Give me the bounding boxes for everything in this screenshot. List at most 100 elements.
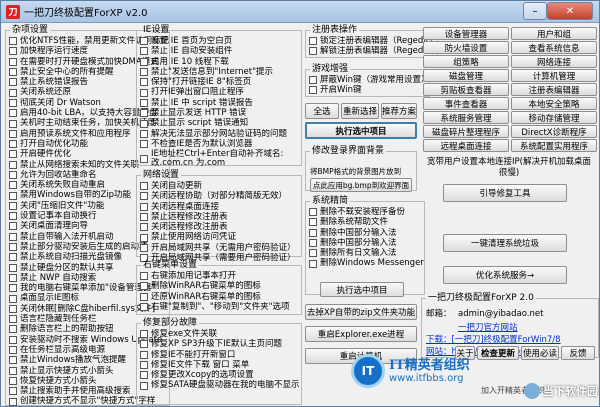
msconfig-button[interactable]: 系统配置实用程序 bbox=[511, 139, 597, 152]
checkbox-item[interactable]: 删除Windows Messenger bbox=[309, 258, 424, 268]
checkbox-item[interactable]: 解锁注册表编辑器（Regedit） bbox=[309, 46, 437, 56]
checkbox[interactable] bbox=[309, 37, 317, 46]
check-update-button[interactable]: 检查更新 bbox=[477, 346, 519, 360]
one-click-cleanup-button[interactable]: 一键清理系统垃圾 bbox=[443, 234, 567, 252]
checkbox-item[interactable]: 禁止远程修改注册表 bbox=[140, 212, 301, 222]
checkbox[interactable] bbox=[9, 201, 17, 210]
checkbox-item[interactable]: 删除系统帮助文件 bbox=[309, 217, 424, 227]
checkbox[interactable] bbox=[140, 119, 148, 128]
checkbox[interactable] bbox=[309, 76, 317, 85]
download-link[interactable]: 下载：[一把刀]终极配置ForWin7/8 bbox=[426, 333, 561, 345]
checkbox[interactable] bbox=[140, 155, 148, 164]
checkbox[interactable] bbox=[9, 160, 17, 169]
checkbox-item[interactable]: 禁止显示发送 HTTP 错误 bbox=[140, 108, 301, 118]
checkbox-item[interactable]: 修复IE不能打开新窗口 bbox=[140, 350, 301, 360]
checkbox[interactable] bbox=[9, 181, 17, 190]
firewall-button[interactable]: 防火墙设置 bbox=[423, 41, 509, 54]
minimize-button[interactable]: – bbox=[523, 2, 547, 20]
regedit-button[interactable]: 注册表编辑器 bbox=[511, 83, 597, 96]
checkbox[interactable] bbox=[9, 346, 17, 355]
checkbox[interactable] bbox=[140, 292, 148, 301]
checkbox[interactable] bbox=[9, 232, 17, 241]
checkbox[interactable] bbox=[9, 88, 17, 97]
broadband-ip-note[interactable]: 宽带用户设置本地连接IP(解决开机加载桌面很慢) bbox=[423, 157, 595, 179]
checkbox[interactable] bbox=[140, 88, 148, 97]
checkbox[interactable] bbox=[140, 340, 148, 349]
slim-execute-button[interactable]: 执行选中项目 bbox=[320, 282, 404, 297]
checkbox-item[interactable]: 修复XP SP3升级下IE默认主页问题 bbox=[140, 339, 301, 349]
checkbox[interactable] bbox=[309, 86, 317, 95]
checkbox-item[interactable]: 修复exe文件关联 bbox=[140, 329, 301, 339]
defrag-button[interactable]: 磁盘碎片整理程序 bbox=[423, 125, 509, 138]
checkbox[interactable] bbox=[309, 249, 317, 258]
checkbox[interactable] bbox=[140, 182, 148, 191]
official-site-link[interactable]: 一把刀官方网站 bbox=[458, 321, 518, 333]
checkbox[interactable] bbox=[140, 68, 148, 77]
checkbox-item[interactable]: 删除所有日文输入法 bbox=[309, 248, 424, 258]
users-button[interactable]: 用户和组 bbox=[511, 27, 597, 40]
checkbox-item[interactable]: 删除中国部分输入法 bbox=[309, 238, 424, 248]
checkbox[interactable] bbox=[9, 140, 17, 149]
checkbox[interactable] bbox=[9, 57, 17, 66]
checkbox[interactable] bbox=[140, 350, 148, 359]
checkbox[interactable] bbox=[9, 119, 17, 128]
checkbox[interactable] bbox=[140, 140, 148, 149]
checkbox-item[interactable]: 修复IE文件下载 窗口 菜单 bbox=[140, 360, 301, 370]
checkbox-item[interactable]: 关闭远程协助（对部分精简版无效） bbox=[140, 191, 301, 201]
checkbox[interactable] bbox=[9, 98, 17, 107]
checkbox-item[interactable]: 修复SATA硬盘驱动器在我的电脑不显示 bbox=[140, 380, 301, 390]
close-button[interactable]: ✕ bbox=[547, 2, 593, 20]
checkbox-item[interactable]: 禁止 IE 自动安装组件 bbox=[140, 46, 301, 56]
checkbox[interactable] bbox=[9, 47, 17, 56]
checkbox[interactable] bbox=[140, 361, 148, 370]
checkbox[interactable] bbox=[9, 273, 17, 282]
netconn-button[interactable]: 网络连接 bbox=[511, 55, 597, 68]
checkbox[interactable] bbox=[140, 282, 148, 291]
checkbox[interactable] bbox=[9, 294, 17, 303]
checkbox[interactable] bbox=[9, 376, 17, 385]
checkbox-item[interactable]: IE地址栏Ctrl+Enter自动补齐域名: 改.com.cn 为.com bbox=[140, 149, 301, 169]
checkbox[interactable] bbox=[9, 68, 17, 77]
checkbox-item[interactable]: 关闭远程桌面连接 bbox=[140, 202, 301, 212]
checkbox[interactable] bbox=[9, 109, 17, 118]
checkbox[interactable] bbox=[140, 303, 148, 312]
checkbox-item[interactable]: 修复更改Xcopy的选项设置 bbox=[140, 370, 301, 380]
execute-selected-button[interactable]: 执行选中项目 bbox=[305, 122, 417, 139]
checkbox[interactable] bbox=[309, 228, 317, 237]
checkbox[interactable] bbox=[9, 78, 17, 87]
checkbox-item[interactable]: 不检查IE是否为默认浏览器 bbox=[140, 139, 301, 149]
checkbox[interactable] bbox=[140, 57, 148, 66]
checkbox-item[interactable]: 锁定注册表编辑器（Regedit） bbox=[309, 36, 437, 46]
checkbox[interactable] bbox=[9, 366, 17, 375]
boot-repair-button[interactable]: 引导修复工具 bbox=[443, 184, 567, 202]
checkbox-item[interactable]: 开启Win键 bbox=[309, 85, 429, 95]
diskmgmt-button[interactable]: 磁盘管理 bbox=[423, 69, 509, 82]
checkbox-item[interactable]: 删除WinRAR右键菜单的图标 bbox=[140, 281, 301, 291]
select-all-button[interactable]: 全选 bbox=[305, 103, 339, 119]
checkbox-item[interactable]: 右键"复制到"、"移动到"文件夹"选项 bbox=[140, 302, 301, 312]
checkbox[interactable] bbox=[140, 233, 148, 242]
checkbox[interactable] bbox=[140, 78, 148, 87]
checkbox[interactable] bbox=[9, 335, 17, 344]
checkbox[interactable] bbox=[9, 37, 17, 46]
checkbox-item[interactable]: 右键添加用记事本打开 bbox=[140, 271, 301, 281]
clipboard-button[interactable]: 剪贴板查看器 bbox=[423, 83, 509, 96]
checkbox-item[interactable]: 关闭远程修改注册表 bbox=[140, 222, 301, 232]
checkbox[interactable] bbox=[309, 208, 317, 217]
checkbox[interactable] bbox=[9, 397, 17, 406]
checkbox-item[interactable]: 禁止使用网络访问凭证 bbox=[140, 232, 301, 242]
checkbox[interactable] bbox=[140, 381, 148, 390]
checkbox-item[interactable]: 屏蔽Win键（游戏常用设置） bbox=[309, 75, 429, 85]
checkbox-item[interactable]: 禁止 IE 中 script 错误报告 bbox=[140, 98, 301, 108]
checkbox-item[interactable]: 禁止显示 script 错误通知 bbox=[140, 118, 301, 128]
checkbox[interactable] bbox=[9, 315, 17, 324]
checkbox[interactable] bbox=[140, 192, 148, 201]
apply-background-button[interactable]: 点此应用bg.bmp到欢迎界面 bbox=[310, 178, 412, 192]
remote-button[interactable]: 远程桌面连接 bbox=[423, 139, 509, 152]
checkbox-item[interactable]: 禁止"发送信息到"Internet"提示 bbox=[140, 67, 301, 77]
checkbox[interactable] bbox=[9, 191, 17, 200]
checkbox[interactable] bbox=[140, 330, 148, 339]
checkbox[interactable] bbox=[140, 213, 148, 222]
optimize-services-button[interactable]: 优化系统服务→ bbox=[443, 266, 567, 284]
checkbox[interactable] bbox=[9, 171, 17, 179]
